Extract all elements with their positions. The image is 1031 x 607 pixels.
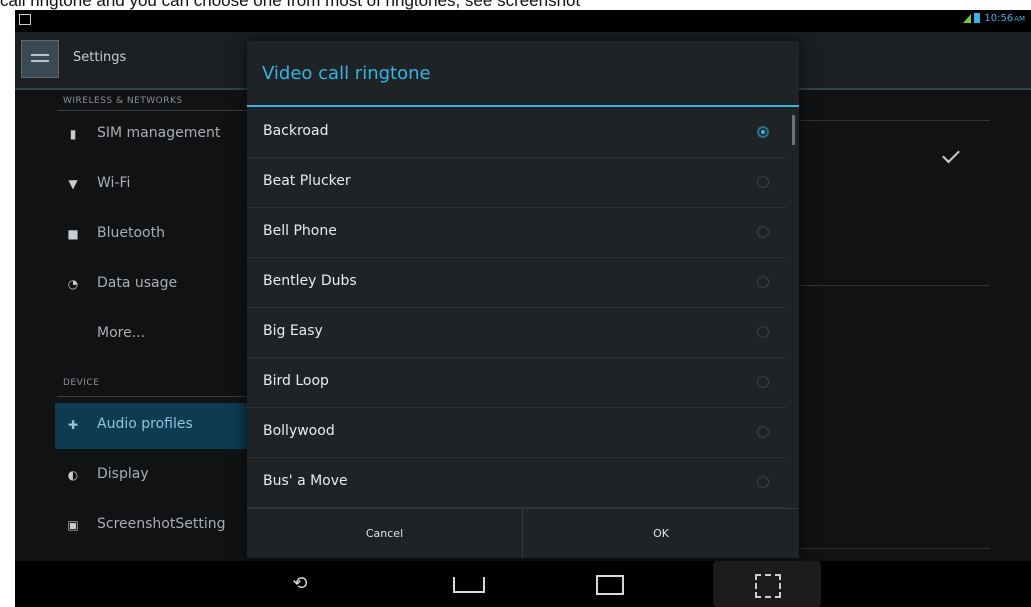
radio-unchecked-icon[interactable] — [757, 326, 769, 338]
screenshot-icon[interactable] — [755, 574, 781, 598]
status-ampm: AM — [1014, 15, 1025, 23]
settings-item-more[interactable]: More... — [55, 312, 250, 358]
settings-item-audio-profiles[interactable]: ✚ Audio profiles — [55, 403, 250, 449]
ringtone-label: Bentley Dubs — [263, 273, 357, 289]
ringtone-list[interactable]: Backroad Beat Plucker Bell Phone Bentley… — [247, 107, 799, 508]
action-bar-title: Settings — [73, 50, 127, 65]
settings-item-sim-management[interactable]: ▮ SIM management — [55, 112, 250, 158]
settings-item-label: More... — [97, 325, 146, 341]
checkbox-checked-icon[interactable] — [942, 145, 960, 164]
radio-unchecked-icon[interactable] — [757, 376, 769, 388]
ringtone-item[interactable]: Backroad — [247, 107, 787, 158]
dialog-title: Video call ringtone — [262, 63, 431, 84]
radio-unchecked-icon[interactable] — [757, 176, 769, 188]
caption-strip: call ringtone and you can choose one fro… — [0, 0, 1031, 10]
settings-item-label: Bluetooth — [97, 225, 165, 241]
display-icon: ◐ — [67, 468, 79, 482]
section-header-wireless: WIRELESS & NETWORKS — [63, 96, 183, 106]
radio-unchecked-icon[interactable] — [757, 226, 769, 238]
list-divider — [800, 285, 990, 286]
sim-icon: ▮ — [69, 127, 77, 141]
navigation-bar: ⟲ — [15, 561, 1031, 607]
settings-item-data-usage[interactable]: ◔ Data usage — [55, 262, 250, 308]
home-icon[interactable] — [453, 577, 485, 593]
ringtone-label: Beat Plucker — [263, 173, 351, 189]
radio-unchecked-icon[interactable] — [757, 276, 769, 288]
settings-item-label: Display — [97, 466, 149, 482]
ringtone-item[interactable]: Bus' a Move — [247, 457, 787, 508]
ok-button[interactable]: OK — [523, 509, 799, 559]
list-divider — [800, 548, 990, 549]
settings-app-icon[interactable] — [21, 40, 59, 78]
settings-item-label: Audio profiles — [97, 416, 193, 432]
cancel-button[interactable]: Cancel — [247, 509, 523, 559]
settings-item-label: Data usage — [97, 275, 178, 291]
radio-checked-icon[interactable] — [757, 126, 769, 138]
ringtone-label: Bus' a Move — [263, 473, 348, 489]
wifi-icon: ▼ — [68, 177, 78, 191]
dialog-button-bar: Cancel OK — [247, 508, 799, 559]
settings-item-label: ScreenshotSetting — [97, 516, 226, 532]
radio-unchecked-icon[interactable] — [757, 426, 769, 438]
signal-icon — [963, 13, 972, 23]
list-divider — [800, 120, 990, 121]
ringtone-item[interactable]: Bentley Dubs — [247, 257, 787, 308]
section-header-device: DEVICE — [63, 378, 100, 388]
back-icon[interactable]: ⟲ — [270, 561, 330, 607]
audio-profiles-icon: ✚ — [67, 418, 79, 432]
ringtone-item[interactable]: Beat Plucker — [247, 157, 787, 208]
section-divider — [57, 396, 247, 397]
data-usage-icon: ◔ — [67, 277, 79, 291]
status-right: 10:56AM — [963, 13, 1025, 24]
settings-item-screenshot-setting[interactable]: ▣ ScreenshotSetting — [55, 503, 250, 549]
settings-list: WIRELESS & NETWORKS ▮ SIM management ▼ W… — [15, 90, 250, 560]
recent-apps-icon[interactable] — [596, 575, 624, 595]
battery-icon — [974, 13, 981, 23]
ringtone-item[interactable]: Bird Loop — [247, 357, 787, 408]
radio-unchecked-icon[interactable] — [757, 476, 769, 488]
ringtone-item[interactable]: Big Easy — [247, 307, 787, 358]
video-call-ringtone-dialog: Video call ringtone Backroad Beat Plucke… — [247, 41, 799, 559]
device-screen: 10:56AM Settings WIRELESS & NETWORKS ▮ S… — [15, 10, 1031, 607]
ringtone-label: Backroad — [263, 123, 329, 139]
settings-item-display[interactable]: ◐ Display — [55, 453, 250, 499]
ringtone-label: Bollywood — [263, 423, 335, 439]
ringtone-label: Bell Phone — [263, 223, 337, 239]
settings-item-wifi[interactable]: ▼ Wi-Fi — [55, 162, 250, 208]
list-scrollbar[interactable] — [792, 115, 795, 145]
ringtone-item[interactable]: Bollywood — [247, 407, 787, 458]
settings-item-bluetooth[interactable]: ■ Bluetooth — [55, 212, 250, 258]
caption-text: call ringtone and you can choose one fro… — [0, 0, 581, 10]
ringtone-label: Bird Loop — [263, 373, 329, 389]
bluetooth-icon: ■ — [67, 227, 79, 241]
notification-icon — [19, 14, 31, 25]
status-time: 10:56 — [984, 13, 1014, 24]
ringtone-item[interactable]: Bell Phone — [247, 207, 787, 258]
camera-icon: ▣ — [67, 518, 79, 532]
status-bar: 10:56AM — [15, 10, 1031, 32]
settings-item-label: SIM management — [97, 125, 221, 141]
ringtone-label: Big Easy — [263, 323, 323, 339]
settings-item-label: Wi-Fi — [97, 175, 131, 191]
section-divider — [57, 110, 247, 111]
